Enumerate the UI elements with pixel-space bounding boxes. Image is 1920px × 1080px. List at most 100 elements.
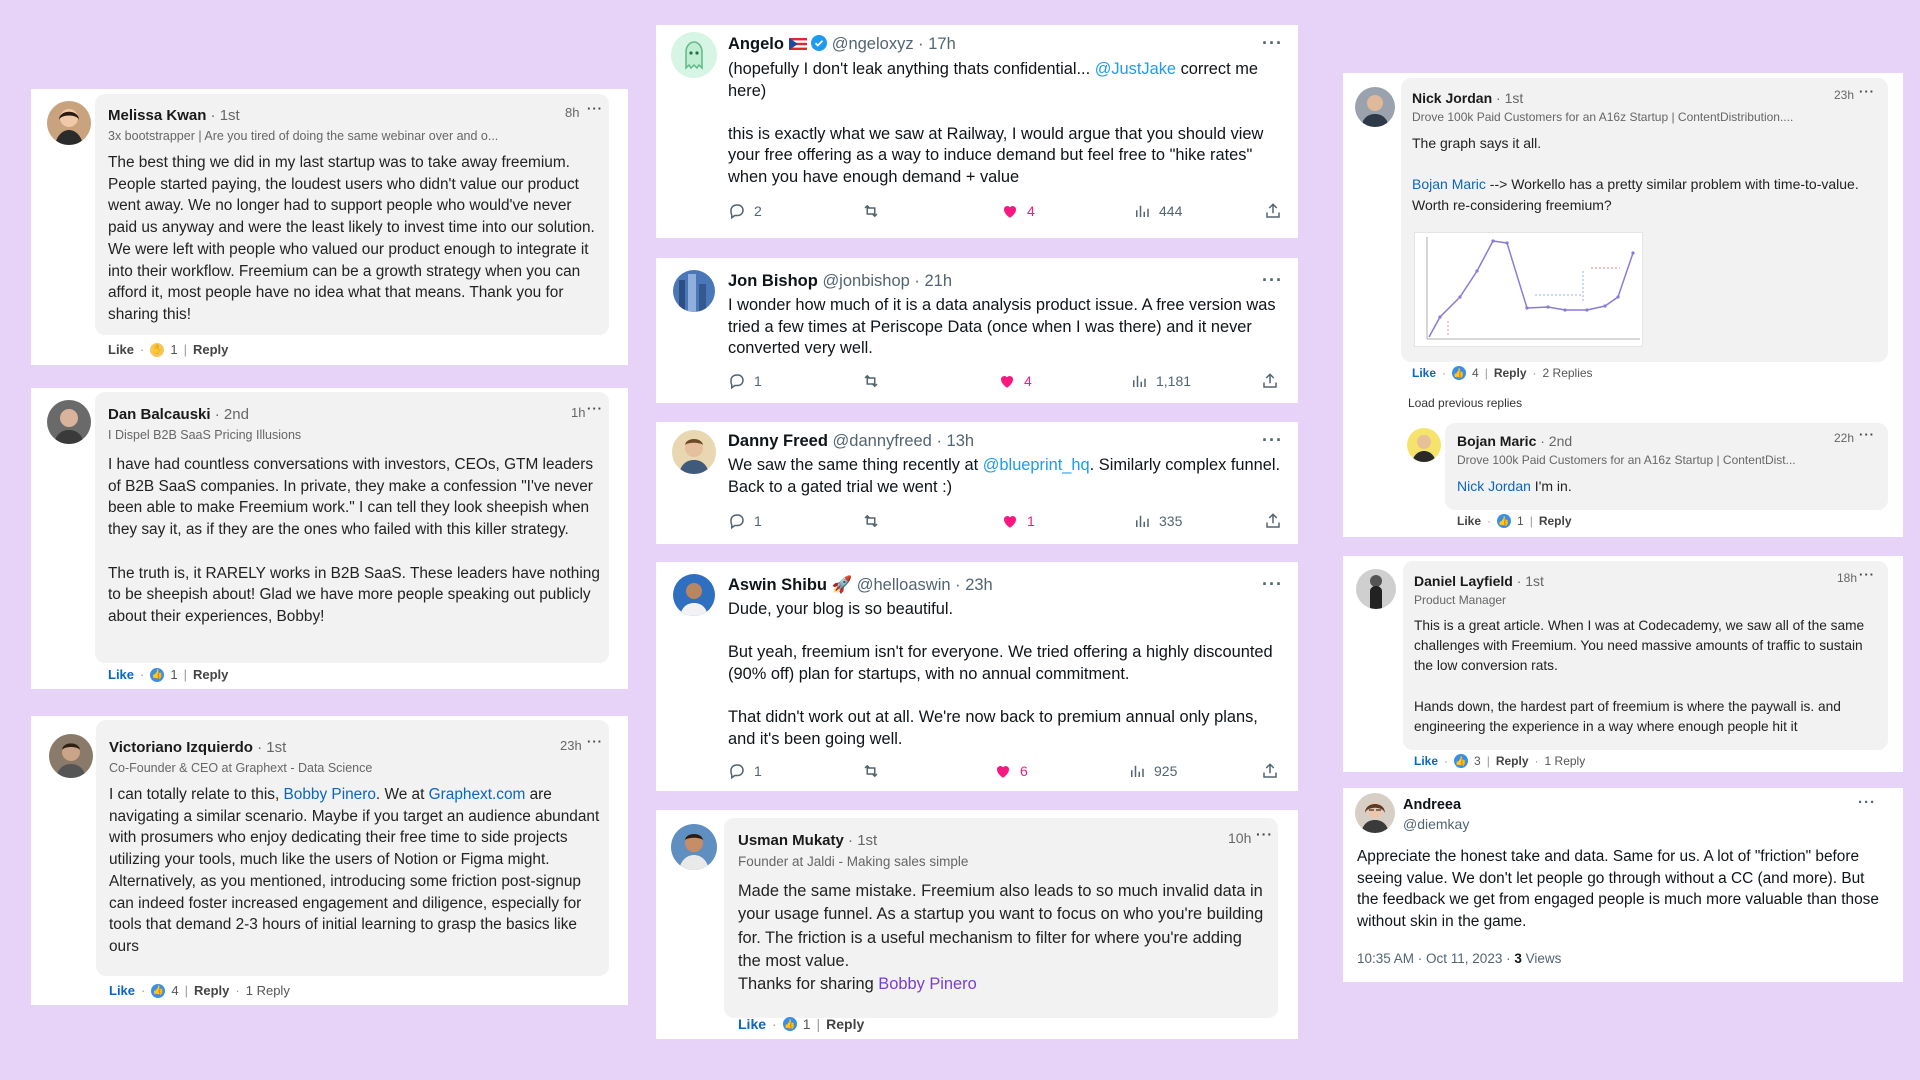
author-name[interactable]: Jon Bishop xyxy=(728,272,818,290)
author-headline: Co-Founder & CEO at Graphext - Data Scie… xyxy=(109,761,373,775)
mention-link[interactable]: @JustJake xyxy=(1095,60,1176,78)
replies-count[interactable]: 2 Replies xyxy=(1543,366,1593,380)
author-name[interactable]: Angelo xyxy=(728,35,784,53)
author-handle[interactable]: @ngeloxyz · 17h xyxy=(832,35,956,53)
author-name[interactable]: Victoriano Izquierdo · 1st xyxy=(109,739,286,756)
avatar[interactable] xyxy=(1356,569,1396,609)
author-name[interactable]: Usman Mukaty · 1st xyxy=(738,832,877,849)
avatar[interactable] xyxy=(47,101,91,145)
reaction-count[interactable]: 1 xyxy=(170,342,177,357)
like-button[interactable]: Like xyxy=(1412,366,1436,380)
like-button[interactable]: 4 xyxy=(1001,202,1035,220)
reaction-count[interactable]: 4 xyxy=(1472,366,1479,380)
reply-avatar[interactable] xyxy=(1407,428,1441,462)
avatar[interactable] xyxy=(1355,793,1395,833)
author-name[interactable]: Melissa Kwan · 1st xyxy=(108,107,240,124)
author-name[interactable]: Danny Freed xyxy=(728,432,828,450)
author-name[interactable]: Andreea xyxy=(1403,797,1461,813)
more-options-icon[interactable]: ··· xyxy=(1262,574,1283,595)
avatar[interactable] xyxy=(1355,87,1395,127)
avatar[interactable] xyxy=(47,400,91,444)
reaction-count[interactable]: 4 xyxy=(171,983,178,998)
like-reaction-icon: 👍 xyxy=(151,983,166,998)
more-options-icon[interactable]: ··· xyxy=(587,734,603,749)
mention-link[interactable]: Bojan Maric xyxy=(1412,176,1486,192)
retweet-button[interactable] xyxy=(862,202,880,220)
retweet-button[interactable] xyxy=(862,512,880,530)
author-handle[interactable]: @dannyfreed · 13h xyxy=(833,432,975,450)
more-options-icon[interactable]: ··· xyxy=(1859,84,1875,99)
retweet-icon xyxy=(864,514,878,528)
author-handle[interactable]: @diemkay xyxy=(1403,816,1469,832)
retweet-button[interactable] xyxy=(862,372,880,390)
more-options-icon[interactable]: ··· xyxy=(1858,794,1876,811)
reaction-count[interactable]: 1 xyxy=(170,667,177,682)
reply-button[interactable]: Reply xyxy=(193,667,228,682)
author-name[interactable]: Aswin Shibu 🚀 xyxy=(728,576,852,594)
more-options-icon[interactable]: ··· xyxy=(587,401,603,416)
comment-card-victoriano: Victoriano Izquierdo · 1st Co-Founder & … xyxy=(31,716,628,1005)
website-link[interactable]: Graphext.com xyxy=(429,786,526,803)
reply-button[interactable]: Reply xyxy=(194,983,229,998)
author-name[interactable]: Daniel Layfield · 1st xyxy=(1414,573,1544,589)
views-button[interactable]: 925 xyxy=(1128,762,1177,780)
share-button[interactable] xyxy=(1264,512,1282,530)
like-button[interactable]: Like xyxy=(1414,754,1438,768)
replies-count[interactable]: 1 Reply xyxy=(1545,754,1586,768)
share-button[interactable] xyxy=(1261,372,1279,390)
views-button[interactable]: 444 xyxy=(1133,202,1182,220)
avatar[interactable] xyxy=(673,574,715,616)
more-options-icon[interactable]: ··· xyxy=(1262,270,1283,291)
author-name[interactable]: Nick Jordan · 1st xyxy=(1412,90,1523,106)
comment-actions: Like · 👍 4 | Reply · 1 Reply xyxy=(109,983,290,998)
reply-button[interactable]: 1 xyxy=(728,762,762,780)
reply-button[interactable]: Reply xyxy=(1496,754,1529,768)
reply-button[interactable]: Reply xyxy=(193,342,228,357)
avatar[interactable] xyxy=(671,824,717,870)
like-button[interactable]: 4 xyxy=(998,372,1032,390)
reply-more-options-icon[interactable]: ··· xyxy=(1859,427,1875,442)
mention-link[interactable]: @blueprint_hq xyxy=(983,456,1090,474)
load-previous-replies-link[interactable]: Load previous replies xyxy=(1408,396,1522,410)
like-button[interactable]: 1 xyxy=(1001,512,1035,530)
avatar[interactable] xyxy=(673,270,715,312)
author-handle[interactable]: @jonbishop · 21h xyxy=(822,272,952,290)
tweet-text: (hopefully I don't leak anything thats c… xyxy=(728,60,1264,186)
reply-button[interactable]: 1 xyxy=(728,512,762,530)
avatar[interactable] xyxy=(671,32,717,78)
reply-button[interactable]: Reply xyxy=(1494,366,1527,380)
reply-button[interactable]: Reply xyxy=(826,1016,864,1032)
like-button[interactable]: Like xyxy=(1457,514,1481,528)
more-options-icon[interactable]: ··· xyxy=(1262,33,1283,54)
like-button[interactable]: Like xyxy=(109,983,135,998)
like-button[interactable]: Like xyxy=(738,1016,766,1032)
more-options-icon[interactable]: ··· xyxy=(1262,430,1283,451)
reply-button[interactable]: 2 xyxy=(728,202,762,220)
like-button[interactable]: Like xyxy=(108,342,134,357)
reply-button[interactable]: 1 xyxy=(728,372,762,390)
more-options-icon[interactable]: ··· xyxy=(1256,826,1273,842)
like-button[interactable]: 6 xyxy=(994,762,1028,780)
reaction-count[interactable]: 3 xyxy=(1474,754,1481,768)
attached-graph-image[interactable] xyxy=(1414,232,1643,347)
author-name[interactable]: Dan Balcauski · 2nd xyxy=(108,406,249,423)
avatar[interactable] xyxy=(672,430,716,474)
share-button[interactable] xyxy=(1264,202,1282,220)
reply-button[interactable]: Reply xyxy=(1539,514,1572,528)
reaction-count[interactable]: 1 xyxy=(1517,514,1524,528)
avatar[interactable] xyxy=(49,734,93,778)
views-button[interactable]: 335 xyxy=(1133,512,1182,530)
more-options-icon[interactable]: ··· xyxy=(587,101,603,116)
reply-author-name[interactable]: Bojan Maric · 2nd xyxy=(1457,433,1572,449)
views-button[interactable]: 1,181 xyxy=(1130,372,1191,390)
replies-count[interactable]: 1 Reply xyxy=(246,983,290,998)
mention-link[interactable]: Bobby Pinero xyxy=(284,786,376,803)
author-handle[interactable]: @helloaswin · 23h xyxy=(857,576,993,594)
more-options-icon[interactable]: ··· xyxy=(1859,567,1875,582)
mention-link[interactable]: Nick Jordan xyxy=(1457,478,1531,494)
retweet-button[interactable] xyxy=(862,762,880,780)
like-button[interactable]: Like xyxy=(108,667,134,682)
reaction-count[interactable]: 1 xyxy=(803,1016,811,1032)
mention-link[interactable]: Bobby Pinero xyxy=(878,975,976,993)
share-button[interactable] xyxy=(1261,762,1279,780)
